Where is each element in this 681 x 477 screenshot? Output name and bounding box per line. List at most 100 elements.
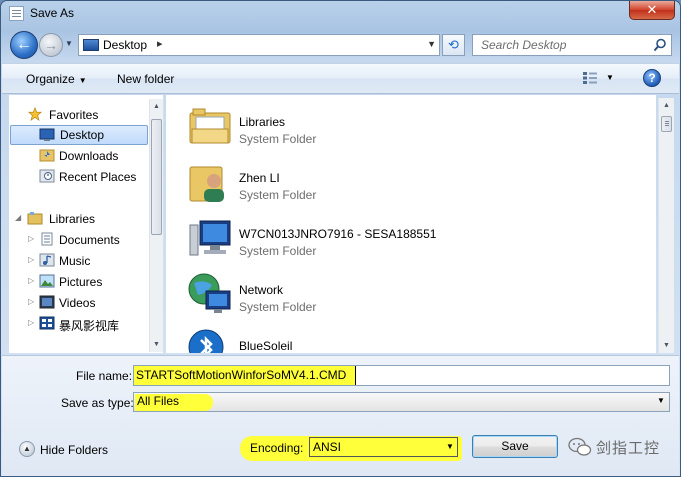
sidebar-item-music[interactable]: ▷ Music [13, 251, 153, 271]
command-bar: Organize ▼ New folder ▼ ? [2, 63, 679, 94]
address-dropdown-icon[interactable]: ▼ [427, 39, 436, 49]
watermark: 剑指工控 [568, 435, 674, 458]
organize-button[interactable]: Organize ▼ [26, 72, 87, 86]
sidebar-item-recent-places[interactable]: Recent Places [13, 167, 153, 187]
network-icon [188, 273, 231, 313]
save-as-type-select[interactable] [133, 392, 670, 412]
sidebar-item-favorites[interactable]: Favorites [13, 105, 153, 125]
video-library-icon [39, 316, 55, 330]
chevron-down-icon[interactable]: ▼ [446, 442, 454, 451]
sidebar-item-label: Favorites [49, 108, 99, 122]
sidebar-item-libraries[interactable]: ◢ Libraries [13, 209, 153, 229]
encoding-label: Encoding: [250, 441, 304, 455]
music-icon [39, 253, 55, 267]
sidebar-item-documents[interactable]: ▷ Documents [13, 230, 153, 250]
navigation-pane: Favorites Desktop Downloads Recent Place… [9, 95, 164, 353]
computer-icon [189, 220, 231, 256]
sidebar-item-label: 暴风影视库 [59, 319, 120, 333]
search-icon[interactable] [653, 38, 667, 52]
expand-arrow-icon[interactable]: ▷ [28, 234, 34, 243]
scroll-up-icon[interactable]: ▲ [153, 103, 160, 110]
list-item-computer[interactable]: W7CN013JNRO7916 - SESA188551 System Fold… [186, 211, 586, 265]
forward-arrow-icon: → [44, 37, 58, 53]
view-options-icon[interactable] [582, 71, 598, 85]
downloads-folder-icon [39, 149, 55, 162]
refresh-icon: ⟲ [448, 37, 459, 52]
file-name: BlueSoleil [239, 339, 293, 353]
organize-label: Organize [26, 72, 75, 86]
file-name-input[interactable] [136, 367, 666, 383]
encoding-value[interactable]: ANSI [313, 440, 341, 454]
chevron-down-icon[interactable]: ▼ [657, 396, 665, 405]
file-list-scrollbar[interactable]: ▲ ▼ [658, 98, 674, 353]
save-as-type-value[interactable]: All Files [137, 394, 179, 408]
file-name: Libraries [239, 115, 286, 129]
hide-folders-label: Hide Folders [40, 443, 109, 457]
help-button[interactable]: ? [643, 69, 661, 87]
view-dropdown-icon[interactable]: ▼ [606, 73, 614, 82]
list-item-libraries[interactable]: Libraries System Folder [186, 99, 586, 153]
user-folder-icon [189, 166, 224, 202]
file-type: System Folder [239, 132, 317, 146]
chevron-up-icon: ▲ [19, 441, 35, 457]
new-folder-button[interactable]: New folder [117, 72, 174, 86]
close-button[interactable]: ✕ [629, 1, 675, 20]
back-arrow-icon: ← [16, 36, 32, 53]
videos-icon [39, 295, 55, 309]
file-type: System Folder [239, 300, 317, 314]
forward-button[interactable]: → [39, 33, 63, 57]
scrollbar-thumb[interactable] [661, 116, 672, 132]
bluetooth-icon [188, 329, 224, 353]
save-form: File name: Save as type: All Files ▼ ▲ H… [2, 355, 679, 476]
expand-arrow-icon[interactable]: ◢ [15, 213, 21, 222]
title-bar: Save As ✕ [1, 1, 680, 27]
sidebar-item-label: Pictures [59, 275, 103, 289]
pictures-icon [39, 274, 55, 288]
libraries-icon [27, 212, 43, 225]
sidebar-item-video-library[interactable]: ▷ 暴风影视库 [13, 314, 153, 334]
address-bar[interactable]: Desktop ▸ ▼ [78, 34, 440, 56]
expand-arrow-icon[interactable]: ▷ [28, 276, 34, 285]
navigation-scrollbar[interactable]: ▲ ▼ [149, 99, 163, 352]
desktop-icon [83, 39, 99, 51]
sidebar-item-label: Recent Places [59, 170, 137, 184]
sidebar-item-videos[interactable]: ▷ Videos [13, 293, 153, 313]
search-box[interactable] [472, 34, 672, 56]
file-list: Libraries System Folder Zhen LI System F… [166, 95, 656, 353]
sidebar-item-label: Documents [59, 233, 120, 247]
watermark-text: 剑指工控 [596, 439, 661, 457]
file-type: System Folder [239, 244, 317, 258]
refresh-button[interactable]: ⟲ [442, 34, 465, 56]
list-item-bluesoleil[interactable]: BlueSoleil Shortcut [186, 323, 586, 353]
file-name: Zhen LI [239, 171, 280, 185]
recent-places-icon [39, 169, 55, 183]
sidebar-item-desktop[interactable]: Desktop [10, 125, 148, 145]
recent-locations-dropdown[interactable]: ▼ [65, 39, 75, 49]
sidebar-item-label: Desktop [60, 128, 105, 142]
sidebar-item-label: Music [59, 254, 91, 268]
window-title: Save As [30, 6, 75, 20]
scroll-down-icon[interactable]: ▼ [153, 341, 160, 348]
expand-arrow-icon[interactable]: ▷ [28, 318, 34, 327]
expand-arrow-icon[interactable]: ▷ [28, 297, 34, 306]
back-button[interactable]: ← [10, 31, 38, 59]
file-name-label: File name: [76, 369, 133, 383]
sidebar-item-downloads[interactable]: Downloads [13, 146, 153, 166]
sidebar-item-label: Videos [59, 296, 96, 310]
scroll-down-icon[interactable]: ▼ [663, 342, 670, 349]
scrollbar-thumb[interactable] [151, 119, 162, 235]
save-button[interactable]: Save [472, 435, 558, 458]
sidebar-item-pictures[interactable]: ▷ Pictures [13, 272, 153, 292]
list-item-user-folder[interactable]: Zhen LI System Folder [186, 155, 586, 209]
wechat-icon [568, 437, 592, 456]
chevron-down-icon: ▼ [78, 76, 87, 85]
address-location[interactable]: Desktop [103, 38, 147, 52]
search-input[interactable] [473, 35, 649, 55]
file-type: System Folder [239, 188, 317, 202]
documents-icon [41, 232, 53, 246]
scroll-up-icon[interactable]: ▲ [663, 102, 670, 109]
list-item-network[interactable]: Network System Folder [186, 267, 586, 321]
file-name: Network [239, 283, 284, 297]
breadcrumb-arrow-icon[interactable]: ▸ [157, 37, 163, 50]
expand-arrow-icon[interactable]: ▷ [28, 255, 34, 264]
